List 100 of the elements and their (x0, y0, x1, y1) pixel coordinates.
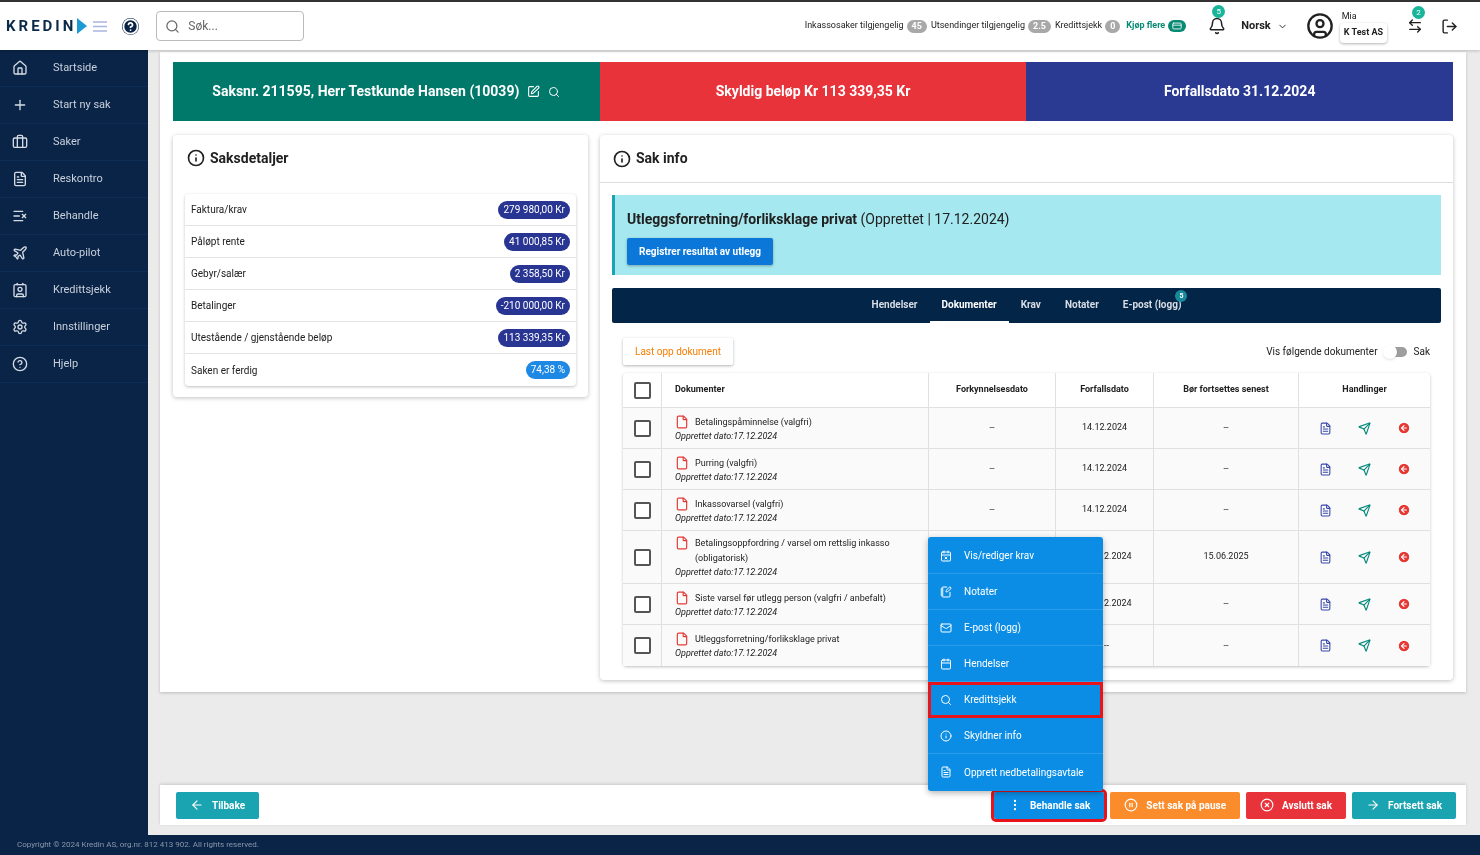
briefcase-icon (12, 134, 28, 150)
card-icon (1168, 20, 1187, 32)
menu-item[interactable]: Vis/rediger krav (928, 538, 1103, 574)
plane-icon (12, 245, 28, 261)
checkbox[interactable] (633, 548, 651, 566)
detail-label: Påløpt rente (191, 235, 245, 249)
plus-icon (12, 97, 28, 113)
card-title: Sak info (636, 149, 688, 168)
created-date: Opprettet dato:17.12.2024 (675, 511, 779, 524)
detail-label: Saken er ferdig (191, 363, 258, 378)
document-title[interactable]: Siste varsel før utlegg person (valgfri / anbefalt) (695, 590, 910, 606)
play-mark-icon (77, 18, 88, 34)
tab[interactable]: Krav (1008, 288, 1053, 323)
banner-text: Saksnr. 211595, Herr Testkunde Hansen (10039) (212, 82, 520, 101)
document-icon[interactable] (1318, 421, 1332, 435)
created-date: Opprettet dato:17.12.2024 (675, 566, 779, 578)
menu-item[interactable]: E-post (logg) (928, 610, 1103, 646)
close-icon (1260, 798, 1275, 812)
created-date: Opprettet dato:17.12.2024 (675, 605, 779, 618)
checkbox[interactable] (633, 637, 651, 654)
user-name: Mia (1341, 9, 1357, 23)
menu-item[interactable]: Notater (928, 574, 1103, 610)
document-title[interactable]: Betalingsoppfordring / varsel om rettslig inkasso (obligatorisk) (695, 536, 910, 566)
pdf-icon (675, 536, 689, 550)
action-button[interactable]: Behandle sak (994, 791, 1105, 819)
pdf-icon (675, 632, 689, 646)
send-icon[interactable] (1357, 639, 1371, 652)
detail-label: Utestående / gjenstående beløp (191, 331, 333, 345)
action-button[interactable]: Avslutt sak (1246, 791, 1347, 819)
company-button[interactable]: K Test AS (1339, 23, 1387, 43)
column-header: Bør fortsettes senest (1183, 383, 1269, 397)
document-title[interactable]: Utleggsforretning/forliksklage privat (695, 632, 910, 647)
register-result-button[interactable]: Registrer resultat av utlegg (627, 238, 774, 265)
checkbox[interactable] (633, 595, 651, 613)
toggle-option: Sak (1413, 344, 1430, 359)
amount-badge: 41 000,85 Kr (504, 232, 570, 251)
menu-item[interactable]: Kredittsjekk (928, 682, 1103, 718)
stat-label: Kredittsjekk (1054, 19, 1103, 33)
table-cell: -- (989, 421, 995, 435)
detail-label: Gebyr/salær (191, 267, 246, 281)
document-title[interactable]: Inkassovarsel (valgfri) (695, 496, 910, 512)
table-cell: 15.06.2025 (1203, 550, 1249, 564)
table-cell: 14.12.2024 (1081, 421, 1128, 435)
menu-item[interactable]: Skyldner info (928, 718, 1103, 754)
count-badge: 2 (1412, 6, 1425, 19)
checkbox[interactable] (633, 501, 651, 519)
send-icon[interactable] (1357, 421, 1371, 435)
calendar-icon (940, 657, 952, 670)
count-badge: 5 (1212, 5, 1226, 18)
table-cell: 2.2024 (1104, 597, 1132, 611)
column-header: Forkynnelsesdato (956, 383, 1028, 397)
send-icon[interactable] (1357, 503, 1371, 517)
toggle-switch[interactable] (1384, 346, 1407, 357)
search-input[interactable]: Søk... (188, 17, 289, 35)
search-icon (165, 18, 181, 34)
detail-label: Betalinger (191, 299, 236, 313)
table-cell: -- (1223, 597, 1229, 611)
edit-icon[interactable] (527, 85, 541, 98)
document-icon[interactable] (1318, 639, 1332, 652)
note-icon (940, 585, 952, 598)
document-icon[interactable] (1318, 503, 1332, 517)
tab[interactable]: Notater (1052, 288, 1111, 323)
copyright-text: Copyright © 2024 Kredin AS, org.nr. 812 413 902. All rights reserved. (17, 839, 259, 851)
id-card-icon (12, 282, 28, 298)
document-title[interactable]: Betalingspåminnelse (valgfri) (695, 414, 910, 430)
checkbox[interactable] (633, 419, 651, 437)
card-title: Saksdetaljer (210, 148, 289, 168)
table-cell-text: -- (1223, 638, 1229, 652)
switch-icon[interactable] (1407, 18, 1423, 34)
avatar-icon[interactable] (1305, 12, 1334, 40)
document-icon[interactable] (1318, 550, 1332, 564)
logo: KREDIN (6, 15, 77, 37)
help-icon[interactable] (122, 17, 140, 35)
document-icon[interactable] (1318, 597, 1332, 611)
amount-badge: 74,38 % (525, 361, 570, 379)
tab[interactable]: Dokumenter (929, 288, 1009, 323)
search-field[interactable]: Søk... (156, 11, 305, 41)
banner-text: Forfallsdato 31.12.2024 (1163, 82, 1316, 101)
checkbox[interactable] (633, 381, 651, 399)
document-icon[interactable] (1318, 462, 1332, 476)
detail-label: Faktura/krav (191, 203, 247, 217)
logout-icon[interactable] (1441, 17, 1458, 35)
calendar-icon (940, 549, 952, 562)
language-dropdown[interactable]: Norsk (1241, 17, 1288, 35)
created-date: Opprettet dato:17.12.2024 (675, 647, 779, 659)
menu-item[interactable]: Opprett nedbetalingsavtale (928, 754, 1103, 790)
tab[interactable]: Hendelser (859, 288, 930, 323)
search-icon[interactable] (548, 85, 561, 98)
toggle-label: Vis følgende dokumenter (1266, 345, 1378, 359)
send-icon[interactable] (1357, 550, 1371, 564)
notification-icon[interactable] (1208, 17, 1227, 35)
send-icon[interactable] (1357, 597, 1371, 611)
document-title[interactable]: Purring (valgfri) (695, 455, 910, 471)
table-cell: -- (1223, 462, 1229, 476)
checkbox[interactable] (633, 460, 651, 478)
menu-item[interactable]: Hendelser (928, 646, 1103, 682)
column-header: Handlinger (1342, 383, 1387, 397)
buy-more-link[interactable]: Kjøp flere (1126, 19, 1166, 33)
send-icon[interactable] (1357, 462, 1371, 476)
count-badge: 45 (906, 19, 927, 33)
